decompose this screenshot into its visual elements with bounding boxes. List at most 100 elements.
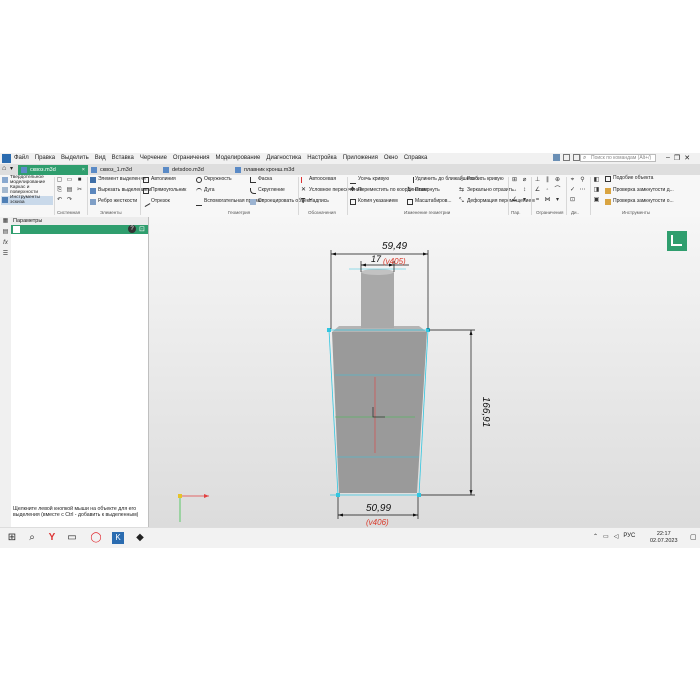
- menu-constraints[interactable]: Ограничения: [173, 155, 210, 161]
- diagnostics-3-icon[interactable]: ⋯: [579, 187, 586, 194]
- tangent-constraint-icon[interactable]: ⌒: [554, 187, 561, 194]
- kompas-taskbar-icon[interactable]: K: [112, 532, 124, 544]
- dimension-bottom-width[interactable]: 50,99: [366, 503, 391, 514]
- menu-view[interactable]: Вид: [95, 155, 106, 161]
- menu-applications[interactable]: Приложения: [343, 155, 378, 161]
- minimize-button[interactable]: –: [666, 154, 670, 162]
- fix-constraint-icon[interactable]: ⊕: [554, 177, 561, 184]
- vertex-point[interactable]: [327, 328, 331, 332]
- menu-window[interactable]: Окно: [384, 155, 398, 161]
- split-curve-button[interactable]: ⋮ Разбить кривую: [459, 176, 504, 182]
- panel-settings-icon[interactable]: ⊡: [139, 225, 145, 233]
- check-icon[interactable]: ✓: [569, 187, 576, 194]
- menu-modeling[interactable]: Моделирование: [216, 155, 261, 161]
- vertex-point[interactable]: [417, 493, 421, 497]
- model-viewport[interactable]: 59,49 17 (v405) 166,91 50,99 (v406): [149, 217, 700, 527]
- speaker-icon[interactable]: ◁: [614, 533, 619, 540]
- notifications-icon[interactable]: ▢: [690, 533, 697, 541]
- window-icon[interactable]: [563, 154, 570, 161]
- save-icon[interactable]: ■: [76, 177, 83, 184]
- text-button[interactable]: T Надпись: [301, 198, 329, 205]
- measure-icon[interactable]: ⊡: [569, 197, 576, 204]
- mode-wireframe-surfaces[interactable]: Каркас и поверхности: [1, 185, 53, 195]
- copy-icon[interactable]: ⎘: [56, 187, 63, 194]
- tray-expand-icon[interactable]: ⌃: [593, 533, 598, 540]
- mode-sketch-tools[interactable]: Инструменты эскиза: [1, 195, 53, 205]
- radial-dimension-icon[interactable]: ⌀: [521, 177, 528, 184]
- open-folder-icon[interactable]: ▭: [66, 177, 73, 184]
- chamfer-button[interactable]: Фаска: [250, 177, 272, 183]
- angle-dimension-icon[interactable]: ∠: [511, 197, 518, 204]
- check-closed-object-button[interactable]: Проверка замкнутости о...: [605, 199, 674, 205]
- dimension-top-width[interactable]: 59,49: [382, 241, 407, 252]
- constraint-menu-icon[interactable]: ▾: [554, 197, 561, 204]
- linear-dimension-icon[interactable]: ↕: [521, 187, 528, 194]
- fillet-button[interactable]: Скругление: [250, 188, 285, 194]
- copy-by-pointing-button[interactable]: Копия указанием: [350, 199, 398, 205]
- diagnostics-icon[interactable]: ⌖: [569, 177, 576, 184]
- menu-drawing[interactable]: Черчение: [140, 155, 167, 161]
- layout-icon[interactable]: [553, 154, 560, 161]
- language-indicator[interactable]: РУС: [623, 533, 635, 540]
- coincident-constraint-icon[interactable]: ◦: [544, 187, 551, 194]
- arc-button[interactable]: Дуга: [196, 188, 215, 193]
- auto-axis-button[interactable]: Автоосевая: [301, 177, 336, 183]
- diagnostics-2-icon[interactable]: ⚲: [579, 177, 586, 184]
- cut-extrude-button[interactable]: Вырезать выделением: [90, 188, 151, 194]
- mode-solid-modeling[interactable]: Твердотельное моделирование: [1, 175, 53, 185]
- dimension-icon[interactable]: ↔: [511, 187, 518, 194]
- close-button[interactable]: ✕: [684, 154, 690, 162]
- menu-settings[interactable]: Настройка: [307, 155, 337, 161]
- search-icon[interactable]: ⌕: [26, 532, 38, 544]
- vertex-point[interactable]: [336, 493, 340, 497]
- tab-skvoz-1[interactable]: сквоз_1.m3d: [88, 165, 160, 175]
- mirror-button[interactable]: ⇆ Зеркально отразить: [459, 187, 514, 193]
- windows-start-icon[interactable]: ⊞: [6, 532, 18, 544]
- tab-skvoz[interactable]: сквоз.m3d ×: [18, 165, 88, 175]
- circle-button[interactable]: Окружность: [196, 177, 232, 183]
- menu-insert[interactable]: Вставка: [112, 155, 134, 161]
- similar-object-button[interactable]: Подобие объекта: [605, 176, 653, 182]
- rib-button[interactable]: Ребро жесткости: [90, 199, 137, 205]
- clock[interactable]: 22:17 02.07.2023: [650, 531, 678, 545]
- scale-button[interactable]: Масштабиров...: [407, 199, 452, 205]
- cut-icon[interactable]: ✂: [76, 187, 83, 194]
- tab-close-icon[interactable]: ×: [82, 165, 85, 175]
- parameters-tab-icon[interactable]: ▦: [2, 218, 9, 225]
- check-closed-contour-button[interactable]: Проверка замкнутости д...: [605, 188, 674, 194]
- menu-lines-icon[interactable]: ☰: [2, 251, 9, 258]
- new-file-icon[interactable]: ▢: [56, 177, 63, 184]
- parametric-icon[interactable]: ⊞: [511, 177, 518, 184]
- network-icon[interactable]: ▭: [603, 533, 609, 540]
- rotate-button[interactable]: ↻ Повернуть: [407, 187, 440, 193]
- dimension-neck-width[interactable]: 17: [371, 254, 382, 264]
- tab-detsdoo[interactable]: detsdoo.m3d: [160, 165, 232, 175]
- autoline-button[interactable]: Автолиния: [143, 177, 176, 183]
- tab-plavnik[interactable]: плавник кронш.m3d: [232, 165, 312, 175]
- equal-constraint-icon[interactable]: =: [534, 197, 541, 204]
- menu-help[interactable]: Справка: [404, 155, 428, 161]
- menu-file[interactable]: Файл: [14, 155, 29, 161]
- command-search-input[interactable]: ⌕ Поиск по командам (Alt+/): [580, 154, 656, 162]
- opera-icon[interactable]: ◯: [90, 532, 102, 544]
- menu-diagnostics[interactable]: Диагностика: [266, 155, 301, 161]
- parallel-constraint-icon[interactable]: ∠: [534, 187, 541, 194]
- help-icon[interactable]: ?: [128, 225, 136, 233]
- rectangle-button[interactable]: Прямоугольник: [143, 188, 186, 194]
- panel-pin-icon[interactable]: [13, 226, 20, 233]
- tile-icon[interactable]: [573, 154, 580, 161]
- explorer-folder-icon[interactable]: ▭: [66, 532, 78, 544]
- menu-select[interactable]: Выделить: [61, 155, 89, 161]
- tool-icon-1[interactable]: ◧: [593, 177, 600, 184]
- dimension-menu-icon[interactable]: ▾: [521, 197, 528, 204]
- yandex-browser-icon[interactable]: Y: [46, 532, 58, 544]
- undo-icon[interactable]: ↶: [56, 197, 63, 204]
- horizontal-constraint-icon[interactable]: ⊥: [534, 177, 541, 184]
- trim-curve-button[interactable]: Усечь кривую: [350, 177, 389, 184]
- redo-icon[interactable]: ↷: [66, 197, 73, 204]
- paste-icon[interactable]: ▤: [66, 187, 73, 194]
- select-element-button[interactable]: Элемент выделения: [90, 177, 146, 183]
- dimension-height[interactable]: 166,91: [480, 397, 491, 428]
- variables-tab-icon[interactable]: fx: [2, 240, 9, 247]
- vertical-constraint-icon[interactable]: ∥: [544, 177, 551, 184]
